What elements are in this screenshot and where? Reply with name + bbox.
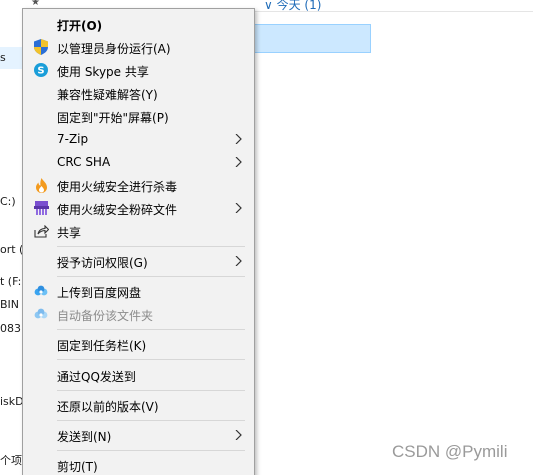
- menu-item-grant-access[interactable]: 授予访问权限(G): [23, 250, 254, 273]
- menu-separator: [57, 329, 245, 330]
- share-icon: [33, 223, 49, 239]
- menu-item-7zip[interactable]: 7-Zip: [23, 128, 254, 151]
- skype-icon: S: [33, 62, 49, 78]
- nav-item-fragment[interactable]: t (F:: [0, 275, 21, 288]
- menu-item-send-qq[interactable]: 通过QQ发送到: [23, 364, 254, 387]
- menu-item-baidu-upload[interactable]: 上传到百度网盘: [23, 280, 254, 303]
- nav-item-fragment[interactable]: iskD: [0, 395, 24, 408]
- menu-item-pin-start[interactable]: 固定到"开始"屏幕(P): [23, 105, 254, 128]
- menu-item-compat-troubleshoot[interactable]: 兼容性疑难解答(Y): [23, 82, 254, 105]
- baidu-cloud-icon: [33, 306, 49, 322]
- chevron-right-icon: [235, 157, 242, 167]
- menu-separator: [57, 246, 245, 247]
- nav-item-fragment[interactable]: BIN: [0, 298, 19, 311]
- context-menu: 打开(O) 以管理员身份运行(A) S 使用 Skype 共享 兼容性疑难解答(…: [22, 8, 255, 475]
- menu-item-crc-sha[interactable]: CRC SHA: [23, 151, 254, 174]
- chevron-right-icon: [235, 134, 242, 144]
- menu-item-label: 固定到任务栏(K): [57, 339, 147, 353]
- pin-icon: ★: [31, 0, 40, 8]
- menu-separator: [57, 359, 245, 360]
- menu-item-label: 使用火绒安全进行杀毒: [57, 180, 178, 194]
- uac-shield-icon: [33, 39, 49, 55]
- shredder-icon: [33, 200, 49, 216]
- baidu-cloud-icon: [33, 283, 49, 299]
- menu-item-cut[interactable]: 剪切(T): [23, 454, 254, 475]
- nav-item-fragment[interactable]: ort (: [0, 243, 23, 256]
- menu-item-pin-taskbar[interactable]: 固定到任务栏(K): [23, 333, 254, 356]
- menu-item-label: 打开(O): [57, 19, 103, 33]
- menu-item-label: 7-Zip: [57, 132, 89, 146]
- watermark: CSDN @Pymili: [392, 442, 508, 461]
- menu-item-run-as-admin[interactable]: 以管理员身份运行(A): [23, 36, 254, 59]
- menu-item-label: 使用 Skype 共享: [57, 65, 149, 79]
- svg-text:S: S: [37, 66, 44, 77]
- menu-item-share[interactable]: 共享: [23, 220, 254, 243]
- menu-item-open[interactable]: 打开(O): [23, 13, 254, 36]
- group-today-header[interactable]: ∨ 今天 (1): [264, 0, 321, 13]
- huorong-flame-icon: [33, 177, 49, 193]
- chevron-right-icon: [235, 256, 242, 266]
- menu-item-skype-share[interactable]: S 使用 Skype 共享: [23, 59, 254, 82]
- menu-item-label: 发送到(N): [57, 430, 112, 444]
- menu-item-label: 通过QQ发送到: [57, 370, 136, 384]
- status-item-count: 个项: [0, 454, 22, 467]
- nav-item-fragment[interactable]: C:): [0, 195, 16, 208]
- menu-item-label: CRC SHA: [57, 155, 111, 169]
- menu-item-label: 剪切(T): [57, 460, 98, 474]
- menu-item-label: 上传到百度网盘: [57, 286, 142, 300]
- menu-item-label: 使用火绒安全粉碎文件: [57, 203, 178, 217]
- menu-separator: [57, 276, 245, 277]
- menu-item-label: 授予访问权限(G): [57, 256, 148, 270]
- menu-item-restore-versions[interactable]: 还原以前的版本(V): [23, 394, 254, 417]
- selected-file-row[interactable]: [255, 24, 371, 53]
- menu-item-label: 固定到"开始"屏幕(P): [57, 111, 169, 125]
- menu-item-auto-backup[interactable]: 自动备份该文件夹: [23, 303, 254, 326]
- menu-separator: [57, 450, 245, 451]
- chevron-right-icon: [235, 430, 242, 440]
- menu-item-huorong-shred[interactable]: 使用火绒安全粉碎文件: [23, 197, 254, 220]
- chevron-right-icon: [235, 203, 242, 213]
- menu-item-send-to[interactable]: 发送到(N): [23, 424, 254, 447]
- menu-item-label: 还原以前的版本(V): [57, 400, 159, 414]
- navigation-pane: s C:) ort ( t (F: BIN 083: iskD 个项: [0, 0, 25, 475]
- menu-item-label: 兼容性疑难解答(Y): [57, 88, 158, 102]
- nav-item-fragment[interactable]: 083:: [0, 322, 25, 335]
- menu-item-label: 以管理员身份运行(A): [57, 42, 171, 56]
- nav-item-fragment[interactable]: s: [0, 51, 6, 64]
- menu-separator: [57, 390, 245, 391]
- menu-item-label: 共享: [57, 226, 82, 240]
- menu-separator: [57, 420, 245, 421]
- menu-item-label: 自动备份该文件夹: [57, 309, 154, 323]
- menu-item-huorong-scan[interactable]: 使用火绒安全进行杀毒: [23, 174, 254, 197]
